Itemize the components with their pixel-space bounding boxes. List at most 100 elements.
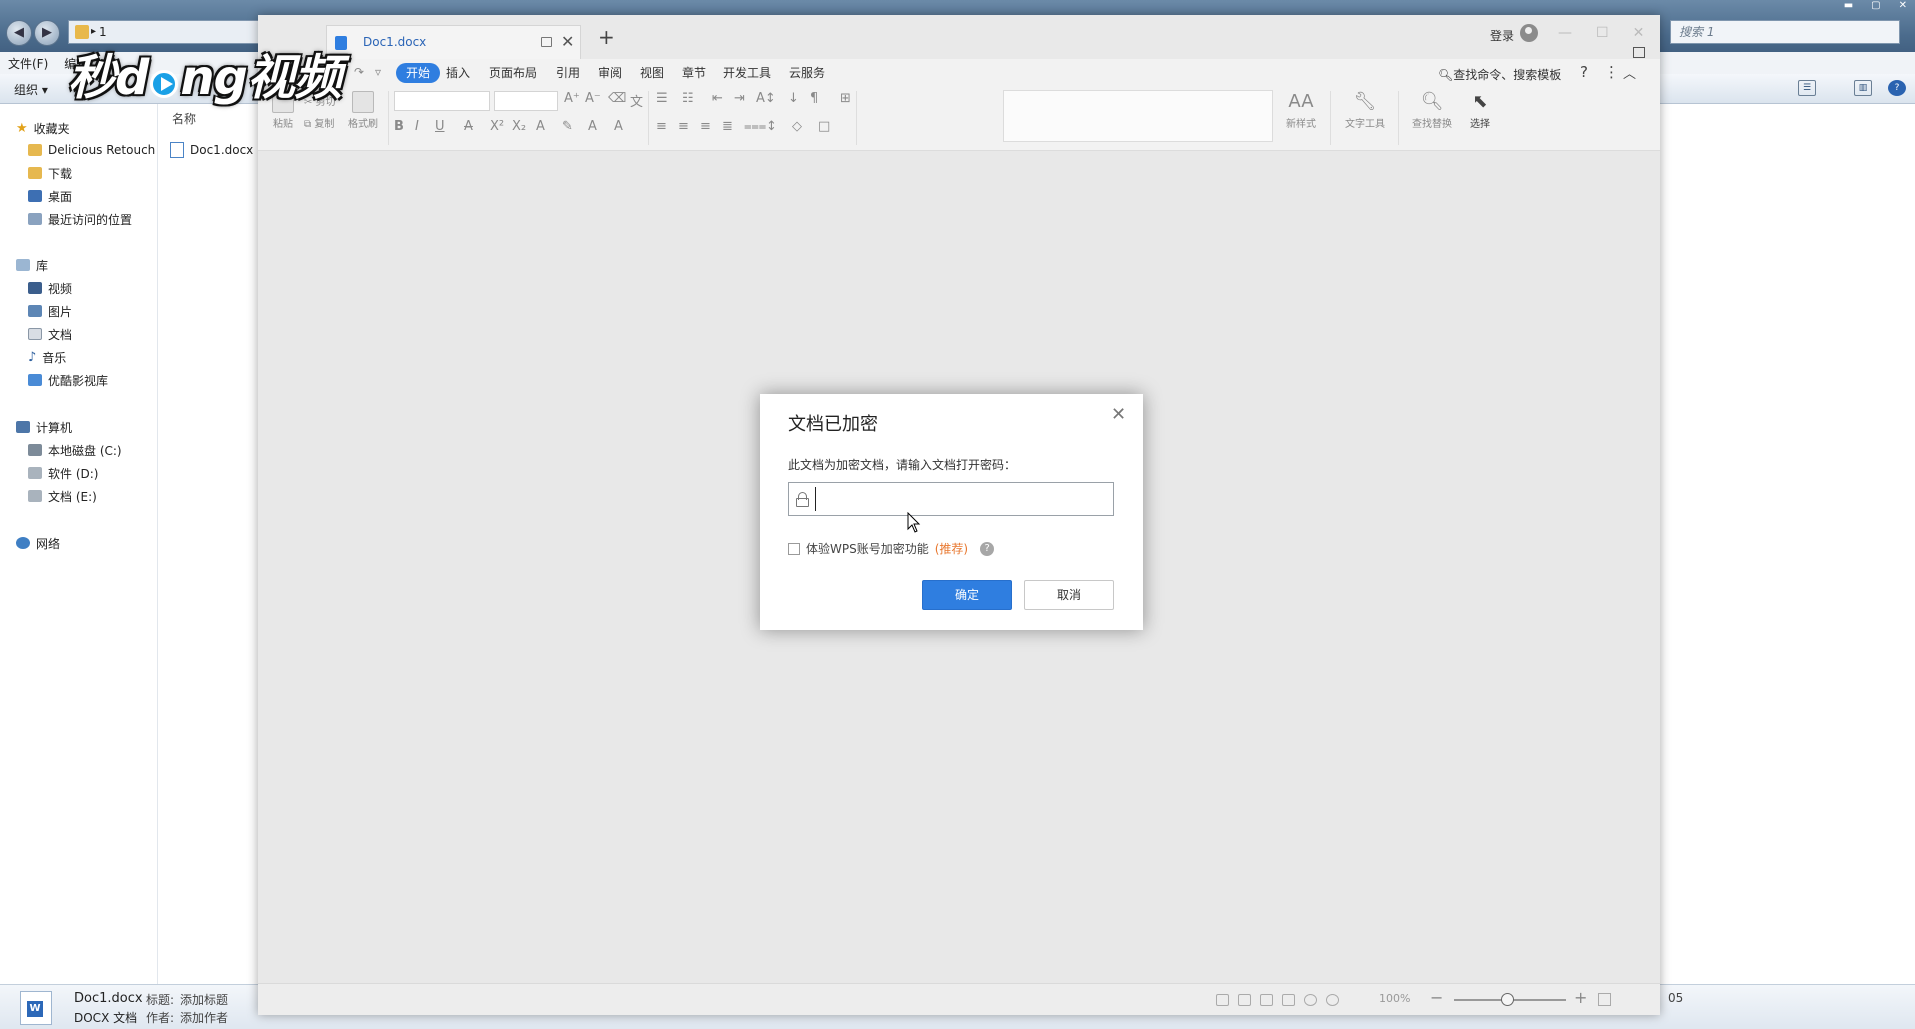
nav-item-drive-e[interactable]: 文档 (E:) [28,486,97,506]
nav-item-desktop[interactable]: 桌面 [28,186,72,206]
new-tab-button[interactable]: + [598,27,615,47]
phonetic-guide-icon[interactable]: 文 [630,91,643,110]
text-direction-icon[interactable]: A↕ [756,91,776,106]
table-borders-icon[interactable]: ⊞ [840,91,851,106]
organize-button[interactable]: 组织 ▾ [14,81,48,98]
tab-float-icon[interactable] [541,37,552,47]
forward-button[interactable]: ▶ [34,20,60,46]
minimize-icon[interactable]: ▬ [1844,0,1853,14]
tab-references[interactable]: 引用 [550,63,586,83]
login-link[interactable]: 登录 [1490,27,1514,44]
justify-icon[interactable]: ≣ [722,119,733,134]
maximize-icon[interactable]: ▢ [1871,0,1880,14]
underline-icon[interactable]: U [435,119,445,134]
eye-protection-icon[interactable] [1326,994,1339,1006]
shrink-font-icon[interactable]: A⁻ [585,91,601,106]
password-input[interactable] [815,487,1107,511]
close-icon[interactable]: ✕ [1899,0,1907,14]
nav-item-music[interactable]: ♪ 音乐 [28,347,66,367]
details-author-value[interactable]: 添加作者 [180,1009,228,1026]
nav-favorites[interactable]: ★ 收藏夹 [16,118,70,138]
customize-quick-access-icon[interactable]: ▿ [375,65,381,79]
tab-review[interactable]: 审阅 [592,63,628,83]
view-options-icon[interactable]: ☰ [1798,80,1816,96]
zoom-out-icon[interactable]: − [1430,988,1443,1007]
document-tab[interactable]: Doc1.docx ✕ [326,25,581,59]
copy-button[interactable]: ⧉ 复制 [304,115,334,130]
nav-item-delicious-retouch[interactable]: Delicious Retouch [28,140,155,160]
bullets-icon[interactable]: ☰ [656,91,668,106]
column-header-name[interactable]: 名称 [172,110,196,127]
font-size-select[interactable] [494,91,558,111]
nav-item-documents[interactable]: 文档 [28,324,72,344]
wps-account-encryption-checkbox[interactable] [788,542,800,555]
menu-file[interactable]: 文件(F) [8,55,48,72]
web-view-icon[interactable] [1304,994,1317,1006]
line-spacing-icon[interactable]: ↕ [766,119,777,134]
back-button[interactable]: ◀ [6,20,32,46]
nav-item-drive-d[interactable]: 软件 (D:) [28,463,98,483]
italic-icon[interactable]: I [415,119,419,134]
minimize-icon[interactable]: — [1558,25,1572,41]
show-marks-icon[interactable]: ¶ [810,91,818,106]
ok-button[interactable]: 确定 [922,580,1012,610]
outline-view-icon[interactable] [1260,994,1273,1006]
new-style-button[interactable]: AA 新样式 [1280,91,1322,130]
page-view-icon[interactable] [1238,994,1251,1006]
grow-font-icon[interactable]: A⁺ [564,91,580,106]
font-family-select[interactable] [394,91,490,111]
numbering-icon[interactable]: ☷ [682,91,694,106]
command-search[interactable]: 🔍︎查找命令、搜索模板 [1438,66,1561,83]
explorer-search-input[interactable]: 搜索 1 [1670,20,1900,44]
tab-view[interactable]: 视图 [634,63,670,83]
nav-item-recent-places[interactable]: 最近访问的位置 [28,209,132,229]
nav-item-pictures[interactable]: 图片 [28,301,72,321]
maximize-icon[interactable]: ☐ [1596,25,1609,41]
fullscreen-icon[interactable] [1216,994,1229,1006]
close-icon[interactable]: ✕ [1633,25,1645,41]
tab-developer-tools[interactable]: 开发工具 [717,63,777,83]
zoom-slider-handle[interactable] [1501,993,1515,1006]
tab-insert[interactable]: 插入 [440,63,476,83]
highlight-icon[interactable]: ✎ [562,119,573,134]
collapse-ribbon-icon[interactable]: ︿ [1623,63,1636,82]
tab-chapter[interactable]: 章节 [676,63,712,83]
strikethrough-icon[interactable]: A [464,119,473,134]
cancel-button[interactable]: 取消 [1024,580,1114,610]
help-icon[interactable]: ? [1888,80,1906,96]
distributed-icon[interactable]: ⩶ [744,119,766,134]
nav-item-videos[interactable]: 视频 [28,278,72,298]
clear-format-icon[interactable]: ⌫ [608,91,626,106]
format-painter-button[interactable]: 格式刷 [346,91,380,130]
nav-item-drive-c[interactable]: 本地磁盘 (C:) [28,440,122,460]
wps-account-encryption-option[interactable]: 体验WPS账号加密功能 (推荐) ? [788,540,995,557]
file-item[interactable]: Doc1.docx [170,140,253,160]
shading-icon[interactable]: ◇ [792,119,802,134]
text-effect-icon[interactable]: A [536,119,545,134]
superscript-icon[interactable]: X² [490,119,504,134]
nav-network[interactable]: 网络 [16,533,60,553]
tab-home[interactable]: 开始 [396,63,441,83]
nav-library[interactable]: 库 [16,255,48,275]
tab-close-icon[interactable]: ✕ [561,32,574,51]
align-right-icon[interactable]: ≡ [700,119,711,134]
select-button[interactable]: ⬉ 选择 [1462,91,1498,130]
bold-icon[interactable]: B [394,119,404,134]
avatar-icon[interactable] [1520,24,1538,42]
increase-indent-icon[interactable]: ⇥ [734,91,745,106]
borders-icon[interactable]: □ [818,119,830,134]
find-replace-button[interactable]: 🔍︎ 查找替换 [1406,91,1458,130]
align-left-icon[interactable]: ≡ [656,119,667,134]
preview-pane-icon[interactable]: ▥ [1854,80,1872,96]
fit-page-icon[interactable] [1598,993,1611,1006]
more-options-icon[interactable]: ⋮ [1604,63,1619,81]
sort-icon[interactable]: ↓ [788,91,799,106]
nav-item-downloads[interactable]: 下载 [28,163,72,183]
zoom-percentage[interactable]: 100% [1379,992,1410,1005]
details-title-value[interactable]: 添加标题 [180,991,228,1008]
redo-icon[interactable]: ↷ [354,65,364,79]
text-tools-button[interactable]: 🔧︎ 文字工具 [1340,91,1390,130]
sidebar-toggle-icon[interactable] [1633,47,1645,58]
font-color-icon[interactable]: A [588,119,597,134]
tab-page-layout[interactable]: 页面布局 [483,63,543,83]
